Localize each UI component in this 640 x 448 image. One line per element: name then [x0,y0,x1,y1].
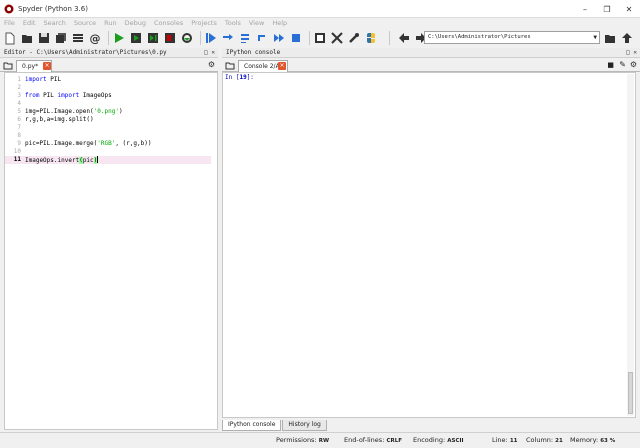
close-tab-icon[interactable]: × [278,62,286,70]
memory-status: Memory: 63 % [570,436,616,444]
console-bottom-tabs: IPython console History log [222,420,328,431]
menu-file[interactable]: File [4,19,15,27]
debug-icon[interactable] [204,31,218,45]
continue-icon[interactable] [272,31,286,45]
menu-source[interactable]: Source [74,19,96,27]
tab-0py[interactable]: 0.py* × [16,60,52,72]
editor-title: Editor - C:\Users\Administrator\Pictures… [4,49,167,56]
close-tab-icon[interactable]: × [43,62,51,70]
editor-tab-bar: 0.py* × ⚙ [0,58,218,72]
browse-tabs-icon[interactable] [3,61,13,70]
ipython-console[interactable]: In [19]: [222,72,636,418]
undock-icon[interactable]: □ [626,49,630,56]
menu-projects[interactable]: Projects [191,19,217,27]
menu-bar: File Edit Search Source Run Debug Consol… [0,18,640,28]
menu-help[interactable]: Help [272,19,287,27]
wrench-icon[interactable] [347,31,361,45]
step-icon[interactable] [221,31,235,45]
encoding-status: Encoding: ASCII [413,436,464,444]
stop-icon[interactable] [289,31,303,45]
console-tab-bar: Console 2/A × ■ ✎ ⚙ [222,58,640,72]
run-cell-icon[interactable] [129,31,143,45]
edit-icon[interactable]: ✎ [619,60,626,69]
menu-run[interactable]: Run [104,19,116,27]
minimize-button[interactable]: – [574,0,596,18]
new-file-icon[interactable] [3,31,17,45]
menu-search[interactable]: Search [43,19,65,27]
chevron-down-icon[interactable]: ▼ [593,32,597,43]
restore-button[interactable]: ❐ [596,0,618,18]
text-cursor [97,156,99,163]
maximize-pane-icon[interactable] [313,31,327,45]
close-button[interactable]: ✕ [618,0,640,18]
editor-pane-title: Editor - C:\Users\Administrator\Pictures… [0,48,218,58]
scrollbar-thumb[interactable] [628,372,633,414]
console-scrollbar[interactable] [627,74,634,416]
menu-edit[interactable]: Edit [23,19,36,27]
tab-history-log[interactable]: History log [282,420,327,431]
console-pane-title: IPython console □ ✕ [222,48,640,58]
run-icon[interactable] [112,31,126,45]
back-icon[interactable] [397,31,411,45]
gear-icon[interactable]: ⚙ [630,61,637,69]
tab-console[interactable]: Console 2/A × [238,60,288,72]
window-title: Spyder (Python 3.6) [18,4,88,13]
close-pane-icon[interactable]: ✕ [633,49,637,56]
step-return-icon[interactable] [255,31,269,45]
menu-view[interactable]: View [249,19,264,27]
run-selection-icon[interactable] [163,31,177,45]
open-file-icon[interactable] [20,31,34,45]
rerun-icon[interactable] [180,31,194,45]
run-cell-advance-icon[interactable] [146,31,160,45]
permissions-status: Permissions: RW [276,436,330,444]
line-status: Line: 11 [492,436,518,444]
step-into-icon[interactable] [238,31,252,45]
menu-tools[interactable]: Tools [225,19,241,27]
browse-folder-icon[interactable] [603,31,617,45]
tab-label: Console 2/A [244,63,280,70]
up-icon[interactable] [620,31,634,45]
python-icon[interactable] [364,31,378,45]
tab-ipython-console[interactable]: IPython console [222,420,282,431]
code-editor[interactable]: 1 import PIL 2 3 from PIL import ImageOps … [4,72,218,430]
status-bar: Permissions: RW End-of-lines: CRLF Encod… [0,432,640,448]
tab-label: 0.py* [22,63,39,70]
stop-console-icon[interactable]: ■ [607,61,614,69]
at-icon[interactable]: @ [88,31,102,45]
close-pane-icon[interactable]: ✕ [211,49,215,56]
gear-icon[interactable]: ⚙ [208,61,215,69]
menu-debug[interactable]: Debug [125,19,146,27]
save-all-icon[interactable] [54,31,68,45]
current-code-line: 11 ImageOps.invert(pic) [5,156,211,164]
working-directory-field[interactable]: C:\Users\Administrator\Pictures ▼ [424,31,600,44]
working-directory-value: C:\Users\Administrator\Pictures [428,34,531,40]
spyder-logo-icon [4,4,14,14]
menu-consoles[interactable]: Consoles [154,19,183,27]
console-title: IPython console [226,49,281,56]
undock-icon[interactable]: □ [204,49,208,56]
browse-tabs-icon[interactable] [225,61,235,70]
list-icon[interactable] [71,31,85,45]
fullscreen-icon[interactable] [330,31,344,45]
eol-status: End-of-lines: CRLF [344,436,403,444]
column-status: Column: 21 [526,436,563,444]
save-icon[interactable] [37,31,51,45]
title-bar: Spyder (Python 3.6) – ❐ ✕ [0,0,640,18]
console-prompt: In [19]: [225,74,254,81]
